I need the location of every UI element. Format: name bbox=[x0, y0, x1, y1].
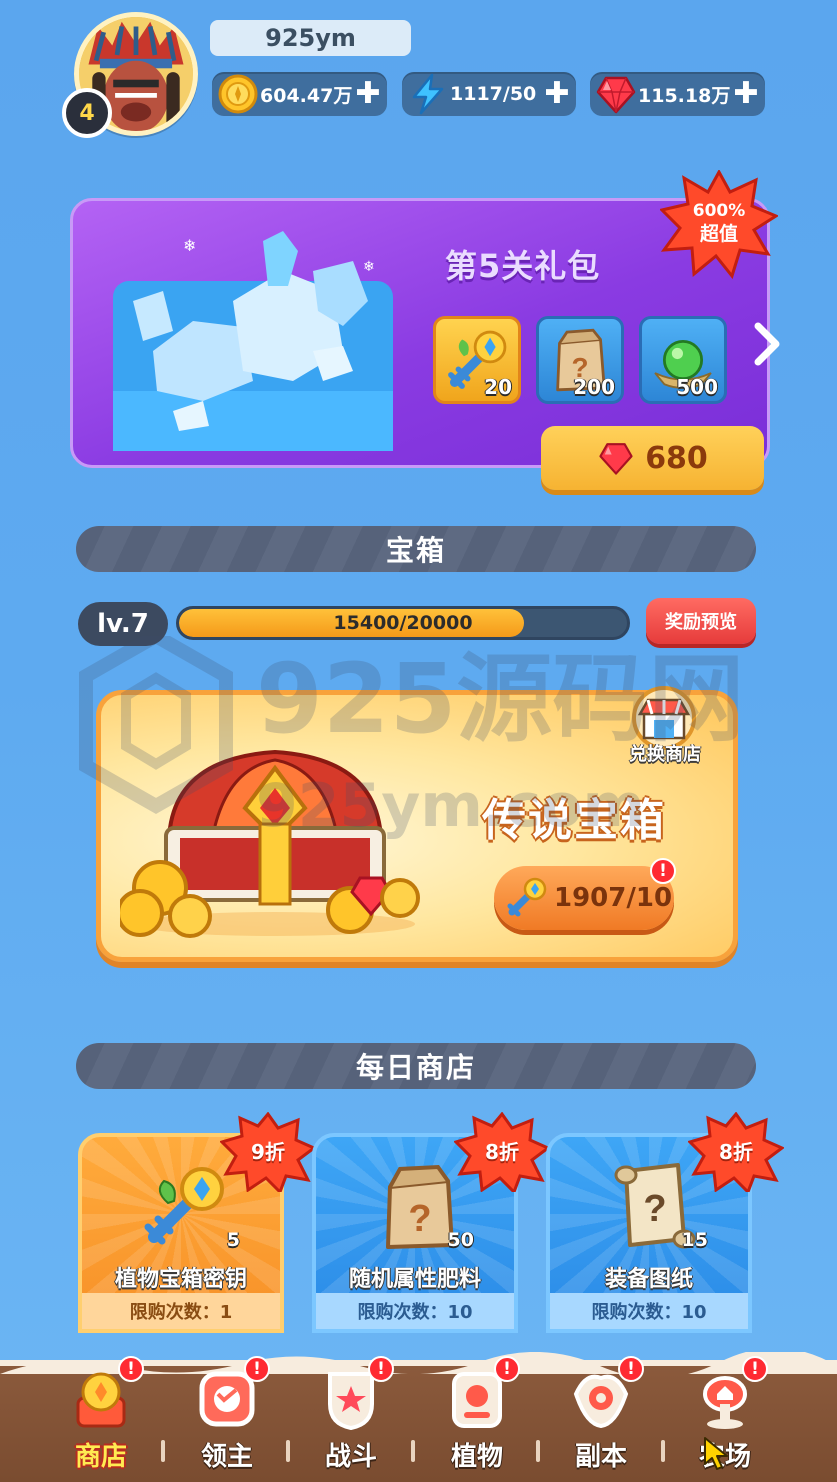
value-badge-line2: 超值 bbox=[699, 222, 738, 245]
svg-text:❄: ❄ bbox=[363, 259, 375, 275]
gift-item-mystery-bag[interactable]: ? 200 bbox=[536, 316, 624, 404]
discount-badge: 9折 bbox=[219, 1111, 317, 1195]
gem-amount: 115.18万 bbox=[638, 84, 731, 107]
shop-item-limit: 限购次数：10 bbox=[316, 1293, 514, 1329]
discount-label: 9折 bbox=[251, 1140, 285, 1164]
add-gem-button[interactable]: ✚ bbox=[733, 79, 759, 109]
red-gem-icon bbox=[599, 443, 633, 475]
shop-item-count: 50 bbox=[447, 1229, 474, 1251]
discount-label: 8折 bbox=[719, 1140, 753, 1164]
discount-label: 8折 bbox=[485, 1140, 519, 1164]
player-name: 925ym bbox=[210, 20, 411, 56]
add-gold-button[interactable]: ✚ bbox=[355, 79, 381, 109]
energy-resource: 1117/50 ✚ bbox=[402, 72, 576, 116]
gift-item-count: 20 bbox=[484, 375, 512, 399]
shop-item-count: 15 bbox=[681, 1229, 708, 1251]
svg-text:❄: ❄ bbox=[183, 236, 196, 255]
energy-bolt-icon bbox=[412, 73, 444, 115]
exchange-shop-label[interactable]: 兑换商店 bbox=[610, 740, 720, 766]
mouse-cursor-icon bbox=[704, 1437, 728, 1470]
chest-level-label: lv.7 bbox=[78, 602, 168, 646]
shop-item-count: 5 bbox=[226, 1229, 240, 1251]
red-gem-icon bbox=[596, 76, 636, 114]
chest-progress-text: 15400/20000 bbox=[333, 612, 473, 634]
ice-castle-illustration: ❄ ❄ bbox=[113, 231, 393, 451]
chest-key-icon bbox=[507, 877, 547, 917]
chest-progress-bar: 15400/20000 bbox=[176, 606, 630, 640]
open-chest-button[interactable]: 1907/10 bbox=[494, 866, 674, 930]
shop-item-name: 装备图纸 bbox=[604, 1267, 693, 1292]
discount-badge: 8折 bbox=[453, 1111, 551, 1195]
next-arrow-icon[interactable] bbox=[752, 322, 782, 366]
nav-divider bbox=[661, 1440, 665, 1462]
nav-alert-badge: ! bbox=[244, 1356, 270, 1382]
reward-preview-button[interactable]: 奖励预览 bbox=[646, 598, 756, 644]
chest-alert-badge: ! bbox=[650, 858, 676, 884]
legendary-chest-title: 传说宝箱 bbox=[482, 795, 666, 846]
add-energy-button[interactable]: ✚ bbox=[544, 79, 570, 109]
gift-item-count: 500 bbox=[676, 375, 718, 399]
key-count: 1907/10 bbox=[554, 883, 673, 913]
nav-divider bbox=[286, 1440, 290, 1462]
player-level-badge: 4 bbox=[62, 88, 112, 138]
nav-label: 商店 bbox=[74, 1442, 127, 1472]
nav-label: 副本 bbox=[574, 1442, 627, 1472]
daily-shop-header: 每日商店 bbox=[76, 1043, 756, 1089]
nav-alert-badge: ! bbox=[742, 1356, 768, 1382]
svg-text:?: ? bbox=[408, 1198, 431, 1240]
nav-label: 领主 bbox=[200, 1442, 253, 1472]
shop-item-name: 随机属性肥料 bbox=[348, 1267, 481, 1292]
nav-alert-badge: ! bbox=[368, 1356, 394, 1382]
svg-text:?: ? bbox=[643, 1188, 666, 1230]
nav-alert-badge: ! bbox=[494, 1356, 520, 1382]
shop-item-limit: 限购次数：10 bbox=[550, 1293, 748, 1329]
nav-divider bbox=[536, 1440, 540, 1462]
gem-resource: 115.18万 ✚ bbox=[590, 72, 765, 116]
legendary-chest-icon bbox=[120, 749, 420, 938]
gift-buy-button[interactable]: 680 bbox=[541, 426, 764, 490]
gold-coin-icon bbox=[218, 74, 258, 114]
nav-divider bbox=[161, 1440, 165, 1462]
chest-section-header: 宝箱 bbox=[76, 526, 756, 572]
shop-item-name: 植物宝箱密钥 bbox=[114, 1267, 247, 1292]
value-burst-badge: 600% 超值 bbox=[660, 170, 778, 280]
nav-label: 战斗 bbox=[324, 1442, 377, 1472]
gold-amount: 604.47万 bbox=[260, 84, 353, 107]
nav-divider bbox=[411, 1440, 415, 1462]
nav-alert-badge: ! bbox=[618, 1356, 644, 1382]
energy-amount: 1117/50 bbox=[450, 83, 537, 105]
gift-pack-title: 第5关礼包 bbox=[445, 247, 601, 285]
discount-badge: 8折 bbox=[687, 1111, 785, 1195]
nav-alert-badge: ! bbox=[118, 1356, 144, 1382]
shop-item-limit: 限购次数：1 bbox=[82, 1293, 280, 1329]
gift-item-green-orb[interactable]: 500 bbox=[639, 316, 727, 404]
gift-item-count: 200 bbox=[573, 375, 615, 399]
value-badge-line1: 600% bbox=[693, 201, 746, 221]
gold-resource: 604.47万 ✚ bbox=[212, 72, 387, 116]
gift-price: 680 bbox=[645, 440, 708, 476]
gift-item-chest-key[interactable]: 20 bbox=[433, 316, 521, 404]
nav-label: 植物 bbox=[450, 1442, 503, 1472]
